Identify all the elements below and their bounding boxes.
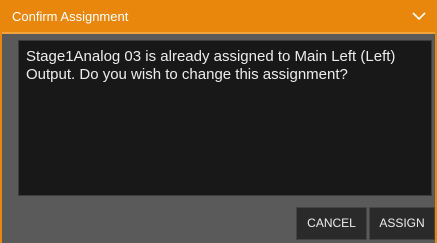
confirm-assignment-dialog: Confirm Assignment Stage1Analog 03 is al… [0,0,437,243]
dialog-titlebar: Confirm Assignment [2,0,435,34]
dialog-title: Confirm Assignment [12,9,129,24]
chevron-down-icon[interactable] [411,9,427,23]
cancel-button[interactable]: CANCEL [296,207,367,240]
dialog-message: Stage1Analog 03 is already assigned to M… [26,48,396,83]
message-box: Stage1Analog 03 is already assigned to M… [18,40,432,196]
assign-button[interactable]: ASSIGN [369,207,435,240]
